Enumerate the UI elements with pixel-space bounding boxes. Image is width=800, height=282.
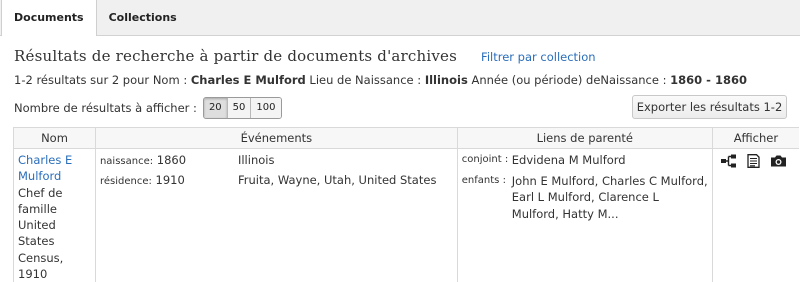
summary-name: Charles E Mulford xyxy=(191,73,306,87)
relations-cell: conjoint : Edvidena M Mulford enfants : … xyxy=(457,149,712,282)
per-page-options: 20 50 100 xyxy=(203,97,282,119)
relation-type-spouse: conjoint : xyxy=(462,152,512,169)
family-tree-icon[interactable] xyxy=(720,154,737,168)
heading-row: Résultats de recherche à partir de docum… xyxy=(14,47,596,65)
event-place: Illinois xyxy=(238,152,448,170)
per-page-label: Nombre de résultats à afficher : xyxy=(14,101,197,115)
summary-year-label: Année (ou période) deNaissance : xyxy=(468,73,670,87)
results-per-page: Nombre de résultats à afficher : 20 50 1… xyxy=(14,97,282,119)
summary-year-range: 1860 - 1860 xyxy=(670,73,747,87)
column-header-relations: Liens de parenté xyxy=(457,128,712,149)
person-name-link[interactable]: Charles E Mulford xyxy=(18,152,91,185)
column-header-events: Événements xyxy=(95,128,457,149)
table-header-row: Nom Événements Liens de parenté Afficher xyxy=(14,128,800,149)
view-cell xyxy=(712,149,799,282)
column-header-view: Afficher xyxy=(712,128,799,149)
tab-bar: Documents Collections xyxy=(0,0,800,36)
filter-by-collection-link[interactable]: Filtrer par collection xyxy=(481,50,596,64)
event-type: naissance: xyxy=(100,156,153,167)
export-results-button[interactable]: Exporter les résultats 1-2 xyxy=(632,95,787,119)
search-summary: 1-2 résultats sur 2 pour Nom : Charles E… xyxy=(14,73,747,87)
per-page-100-button[interactable]: 100 xyxy=(250,98,280,118)
event-place: Fruita, Wayne, Utah, United States xyxy=(238,172,448,190)
tab-documents[interactable]: Documents xyxy=(1,0,97,36)
event-date: 1860 xyxy=(157,153,186,167)
summary-birthplace-label: Lieu de Naissance : xyxy=(306,73,425,87)
summary-birthplace: Illinois xyxy=(425,73,468,87)
event-date: 1910 xyxy=(156,173,185,187)
event-birth: naissance: 1860 xyxy=(100,152,238,170)
event-residence: résidence: 1910 xyxy=(100,172,238,190)
per-page-50-button[interactable]: 50 xyxy=(227,98,251,118)
table-row: Charles E Mulford Chef de famille United… xyxy=(14,149,800,282)
name-cell: Charles E Mulford Chef de famille United… xyxy=(14,149,96,282)
document-icon[interactable] xyxy=(745,154,762,168)
column-header-name: Nom xyxy=(14,128,96,149)
person-role: Chef de famille xyxy=(18,185,91,218)
camera-icon[interactable] xyxy=(770,154,787,168)
record-collection: United States Census, 1910 xyxy=(18,217,91,282)
tab-collections[interactable]: Collections xyxy=(97,1,189,35)
events-cell: naissance: 1860 Illinois résidence: 1910… xyxy=(95,149,457,282)
per-page-20-button[interactable]: 20 xyxy=(204,98,227,118)
results-table: Nom Événements Liens de parenté Afficher… xyxy=(13,127,799,282)
relation-spouse-names: Edvidena M Mulford xyxy=(512,152,708,169)
page-title: Résultats de recherche à partir de docum… xyxy=(14,47,457,65)
relation-type-children: enfants : xyxy=(462,173,512,223)
summary-prefix: 1-2 résultats sur 2 pour Nom : xyxy=(14,73,191,87)
event-type: résidence: xyxy=(100,176,152,187)
relation-children-names: John E Mulford, Charles C Mulford, Earl … xyxy=(512,173,708,223)
